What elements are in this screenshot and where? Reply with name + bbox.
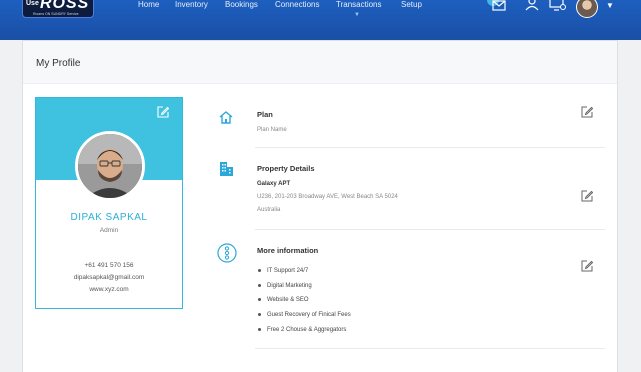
property-name: Galaxy APT xyxy=(257,181,291,187)
mail-icon[interactable] xyxy=(492,0,506,16)
avatar[interactable] xyxy=(576,0,598,18)
list-item: Digital Marketing xyxy=(258,283,312,289)
building-icon xyxy=(219,161,234,182)
section-divider xyxy=(255,147,605,148)
monitor-user-icon[interactable] xyxy=(549,0,567,17)
section-divider xyxy=(255,229,605,230)
list-item: Free 2 Chouse & Aggregators xyxy=(258,327,346,333)
panel-header: My Profile xyxy=(23,41,617,84)
profile-website[interactable]: www.xyz.com xyxy=(36,286,182,293)
property-title: Property Details xyxy=(257,164,315,173)
profile-phone: +61 491 570 156 xyxy=(84,262,134,269)
nav-inventory[interactable]: Inventory xyxy=(175,0,208,9)
profile-email[interactable]: dipaksapkal@gmail.com xyxy=(36,274,182,281)
edit-more-info-icon[interactable] xyxy=(581,260,594,275)
nav-home[interactable]: Home xyxy=(138,0,159,9)
more-info-title: More information xyxy=(257,246,319,255)
profile-role: Admin xyxy=(99,227,119,234)
edit-property-icon[interactable] xyxy=(581,190,594,205)
more-info-item: IT Support 24/7 xyxy=(267,268,309,274)
profile-panel: My Profile DIPAK SAPKAL Admin +61 491 57… xyxy=(22,40,618,372)
brand-logo[interactable]: Use ROSS Rooms ON SUNDRY Service xyxy=(22,0,94,18)
nav-transactions[interactable]: Transactions xyxy=(336,0,382,9)
profile-card: DIPAK SAPKAL Admin +61 491 570 156 dipak… xyxy=(35,97,183,309)
plan-title: Plan xyxy=(257,110,273,119)
more-info-icon xyxy=(217,242,237,269)
profile-name: DIPAK SAPKAL xyxy=(70,212,148,223)
edit-plan-icon[interactable] xyxy=(581,106,594,121)
caret-down-icon[interactable]: ▼ xyxy=(606,1,614,10)
edit-profile-icon[interactable] xyxy=(157,106,170,121)
more-info-item: Guest Recovery of Finical Fees xyxy=(267,312,351,318)
list-item: Website & SEO xyxy=(258,297,309,303)
home-icon xyxy=(218,110,234,129)
active-nav-indicator-icon: ▼ xyxy=(354,12,360,18)
top-navbar: Use ROSS Rooms ON SUNDRY Service Home In… xyxy=(0,0,641,40)
property-address-line2: Australia xyxy=(257,207,281,213)
logo-use-text: Use xyxy=(26,0,39,7)
more-info-item: Digital Marketing xyxy=(267,283,312,289)
property-address-line1: U236, 201-203 Broadway AVE, West Beach S… xyxy=(257,194,398,200)
more-info-item: Website & SEO xyxy=(267,297,309,303)
logo-tagline: Rooms ON SUNDRY Service xyxy=(33,12,79,16)
nav-setup[interactable]: Setup xyxy=(401,0,422,9)
page-title: My Profile xyxy=(36,58,81,69)
section-divider xyxy=(255,348,605,349)
profile-photo xyxy=(75,131,145,201)
nav-connections[interactable]: Connections xyxy=(275,0,319,9)
list-item: Guest Recovery of Finical Fees xyxy=(258,312,351,318)
more-info-item: Free 2 Chouse & Aggregators xyxy=(267,327,347,333)
plan-name: Plan Name xyxy=(257,127,287,133)
list-item: IT Support 24/7 xyxy=(258,268,308,274)
user-switch-icon[interactable] xyxy=(524,0,540,17)
nav-bookings[interactable]: Bookings xyxy=(225,0,258,9)
